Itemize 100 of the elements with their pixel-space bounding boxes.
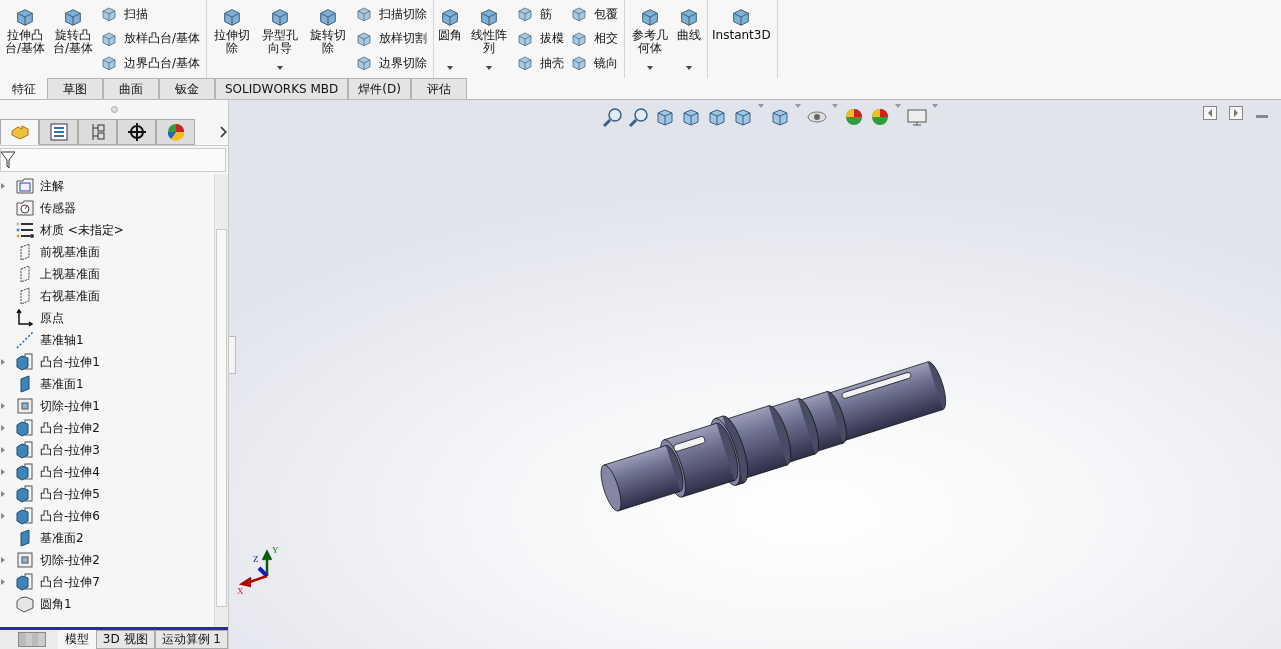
view-tool-icon[interactable] [629,107,649,127]
ribbon-command-button[interactable]: 圆角 [436,2,465,78]
tree-item[interactable]: 材质 <未指定> [0,219,214,241]
view-tool-icon[interactable] [907,107,927,127]
panel-collapse-handle[interactable] [229,336,236,374]
ribbon-command-button[interactable]: 边界凸台/基体 [100,52,201,74]
scrollbar[interactable] [214,174,228,627]
panel-left-icon[interactable] [1203,106,1217,120]
tree-item[interactable]: 切除-拉伸2 [0,549,214,571]
tree-item[interactable]: 注解 [0,175,214,197]
ribbon-command-button[interactable]: 扫描 [100,3,201,25]
chevron-right-icon[interactable] [220,126,229,138]
feature-icon [570,5,589,23]
command-tab[interactable]: SOLIDWORKS MBD [215,78,349,99]
expand-arrow-icon[interactable] [1,557,5,563]
ribbon-command-button[interactable]: 扫描切除 [355,3,428,25]
feature-icon [100,5,118,23]
ribbon-command-button[interactable]: 旋转切除 [305,2,352,78]
command-tab[interactable]: 评估 [410,78,467,99]
fillet-icon [16,595,34,613]
feature-icon [516,54,535,72]
view-tool-icon[interactable] [603,107,623,127]
extruded-cube-icon [16,441,34,459]
expand-arrow-icon[interactable] [1,359,5,365]
tree-item[interactable]: 圆角1 [0,593,214,615]
ribbon-command-button[interactable]: 异型孔向导 [257,2,304,78]
extruded-cube-icon [16,353,34,371]
ribbon-command-button[interactable]: 曲线 [675,2,704,78]
ribbon-command-button[interactable]: 镜向 [570,52,619,74]
command-tab[interactable]: 曲面 [103,78,159,99]
tab-navigation-buttons[interactable] [18,632,46,647]
resize-handle[interactable] [110,106,118,113]
ribbon-command-button[interactable]: 相交 [570,27,619,50]
tree-item[interactable]: 原点 [0,307,214,329]
tree-item[interactable]: 右视基准面 [0,285,214,307]
tree-item[interactable]: 凸台-拉伸3 [0,439,214,461]
command-tab[interactable]: 焊件(D) [348,78,411,99]
ribbon-command-button[interactable]: 筋 [516,3,565,25]
caret-icon[interactable] [277,66,284,70]
command-tab[interactable]: 草图 [47,78,103,99]
ribbon-command-button[interactable]: 抽壳 [516,52,565,74]
ribbon-command-button[interactable]: 包覆 [570,3,619,25]
tree-item[interactable]: 基准轴1 [0,329,214,351]
material-icon [16,222,34,238]
panel-right-icon[interactable] [1229,106,1243,120]
expand-arrow-icon[interactable] [1,183,5,189]
extruded-cube-icon [16,419,34,437]
ribbon-command-button[interactable]: 边界切除 [355,52,428,74]
tree-item[interactable]: 凸台-拉伸4 [0,461,214,483]
view-tool-icon[interactable] [733,107,753,127]
expand-arrow-icon[interactable] [1,447,5,453]
appearance-ball-icon [166,123,185,141]
ribbon-command-button[interactable]: Instant3D [710,2,773,78]
expand-arrow-icon[interactable] [1,403,5,409]
view-tool-icon[interactable] [681,107,701,127]
ribbon-command-button[interactable]: 旋转凸台/基体 [50,2,96,78]
feature-icon [516,5,535,23]
filter-icon[interactable] [1,151,15,169]
ribbon-command-button[interactable]: 参考几何体 [627,2,674,78]
model-tab[interactable]: 模型 [57,630,96,649]
ribbon-command-button[interactable]: 拉伸凸台/基体 [2,2,48,78]
expand-arrow-icon[interactable] [1,579,5,585]
tree-item[interactable]: 前视基准面 [0,241,214,263]
ribbon-command-button[interactable]: 放样切割 [355,27,428,50]
model-tab[interactable]: 3D 视图 [95,630,155,649]
extruded-cube-icon [16,507,34,525]
folder-icon [16,178,34,194]
expand-arrow-icon[interactable] [1,425,5,431]
tree-item[interactable]: 凸台-拉伸2 [0,417,214,439]
caret-icon[interactable] [647,66,654,70]
ribbon-command-button[interactable]: 拔模 [516,27,565,50]
panel-tab[interactable] [117,119,157,145]
view-tool-icon[interactable] [844,107,864,127]
tree-item[interactable]: 基准面1 [0,373,214,395]
command-tab[interactable]: 钣金 [159,78,215,99]
crosshair-icon [127,123,146,141]
tree-item[interactable]: 基准面2 [0,527,214,549]
caret-icon[interactable] [686,66,693,70]
tree-item[interactable]: 凸台-拉伸1 [0,351,214,373]
ribbon-command-button[interactable]: 放样凸台/基体 [100,27,201,50]
view-tool-icon[interactable] [770,107,790,127]
configuration-icon [89,123,106,141]
expand-arrow-icon[interactable] [1,513,5,519]
ribbon-command-button[interactable]: 线性阵列 [466,2,513,78]
expand-arrow-icon[interactable] [1,469,5,475]
caret-icon[interactable] [447,66,454,70]
tree-item[interactable]: 凸台-拉伸5 [0,483,214,505]
tree-item[interactable]: 传感器 [0,197,214,219]
model-tab[interactable]: 运动算例 1 [154,630,228,649]
tree-item[interactable]: 凸台-拉伸7 [0,571,214,593]
caret-icon[interactable] [486,66,493,70]
ribbon-command-button[interactable]: 拉伸切除 [209,2,256,78]
tree-item[interactable]: 切除-拉伸1 [0,395,214,417]
tree-item[interactable]: 上视基准面 [0,263,214,285]
view-tool-icon[interactable] [707,107,727,127]
view-tool-icon[interactable] [655,107,675,127]
view-tool-icon[interactable] [870,107,890,127]
tree-item[interactable]: 凸台-拉伸6 [0,505,214,527]
feature-icon [14,6,36,28]
expand-arrow-icon[interactable] [1,491,5,497]
